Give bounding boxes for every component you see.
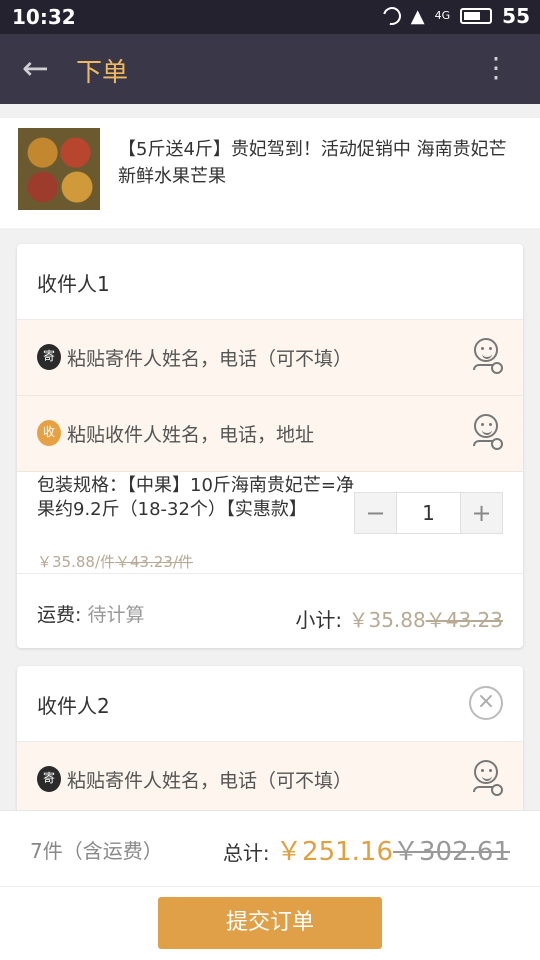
price-current: ￥35.88/件 bbox=[37, 553, 115, 571]
contact-history-icon[interactable] bbox=[473, 414, 503, 450]
contact-history-icon[interactable] bbox=[473, 338, 503, 374]
status-icons: ▲ 4G 55 bbox=[379, 3, 530, 29]
recipient-card: 收件人2 × 寄 粘贴寄件人姓名，电话（可不填） bbox=[17, 666, 523, 826]
moon-icon bbox=[379, 3, 405, 29]
subtotal: 小计: ￥35.88￥43.23 bbox=[295, 604, 503, 633]
receiver-field[interactable]: 收 粘贴收件人姓名，电话，地址 bbox=[17, 396, 523, 472]
sender-pin-icon: 寄 bbox=[37, 766, 61, 792]
total-original: ￥302.61 bbox=[393, 837, 510, 867]
page-title: 下单 bbox=[76, 58, 129, 88]
spec-text: 包装规格：【中果】10斤海南贵妃芒=净果约9.2斤（18-32个）【实惠款】 bbox=[37, 475, 354, 520]
total-label: 总计: bbox=[222, 841, 270, 865]
product-thumbnail bbox=[18, 128, 100, 210]
sender-placeholder: 粘贴寄件人姓名，电话（可不填） bbox=[67, 348, 353, 370]
shipping-label-text: 运费: bbox=[37, 604, 82, 626]
app-bar: ← 下单 ⋮ bbox=[0, 34, 540, 104]
signal-icon: 4G bbox=[434, 9, 451, 22]
subtotal-current: ￥35.88 bbox=[348, 608, 426, 632]
submit-bar: 提交订单 bbox=[0, 886, 540, 960]
status-time: 10:32 bbox=[12, 5, 76, 29]
contact-history-icon[interactable] bbox=[473, 760, 503, 796]
shipping-label: 运费: 待计算 bbox=[37, 600, 144, 627]
increase-button[interactable]: + bbox=[461, 493, 502, 533]
order-total: 总计: ￥251.16￥302.61 bbox=[223, 831, 510, 868]
recipient-name: 收件人1 bbox=[37, 272, 110, 296]
price-original: ￥43.23/件 bbox=[115, 553, 193, 571]
subtotal-label: 小计: bbox=[295, 608, 343, 632]
recipient-header: 收件人1 bbox=[17, 244, 523, 320]
sender-field[interactable]: 寄 粘贴寄件人姓名，电话（可不填） bbox=[17, 742, 523, 818]
item-count: 7件（含运费） bbox=[30, 839, 163, 863]
submit-order-button[interactable]: 提交订单 bbox=[158, 897, 382, 949]
shipping-value: 待计算 bbox=[87, 604, 145, 626]
recipient-header: 收件人2 × bbox=[17, 666, 523, 742]
sender-pin-icon: 寄 bbox=[37, 344, 61, 370]
decrease-button[interactable]: − bbox=[355, 493, 396, 533]
product-summary[interactable]: 【5斤送4斤】贵妃驾到！活动促销中 海南贵妃芒 新鲜水果芒果 bbox=[0, 104, 540, 228]
package-spec: 包装规格：【中果】10斤海南贵妃芒=净果约9.2斤（18-32个）【实惠款】 ￥… bbox=[17, 472, 523, 574]
quantity-stepper: − 1 + bbox=[354, 492, 503, 534]
product-title: 【5斤送4斤】贵妃驾到！活动促销中 海南贵妃芒 新鲜水果芒果 bbox=[118, 139, 507, 187]
unit-price: ￥35.88/件￥43.23/件 bbox=[37, 551, 193, 572]
receiver-placeholder: 粘贴收件人姓名，电话，地址 bbox=[67, 424, 315, 446]
shipping-row: 运费: 待计算 小计: ￥35.88￥43.23 bbox=[17, 574, 523, 648]
recipient-card: 收件人1 寄 粘贴寄件人姓名，电话（可不填） 收 粘贴收件人姓名，电话，地址 包… bbox=[17, 244, 523, 648]
quantity-input[interactable]: 1 bbox=[396, 493, 461, 533]
recipient-name: 收件人2 bbox=[37, 694, 110, 718]
order-total-bar: 7件（含运费） 总计: ￥251.16￥302.61 bbox=[0, 810, 540, 886]
receiver-pin-icon: 收 bbox=[37, 420, 61, 446]
status-bar: 10:32 ▲ 4G 55 bbox=[0, 0, 540, 34]
total-current: ￥251.16 bbox=[276, 837, 394, 867]
wifi-icon: ▲ bbox=[410, 5, 425, 27]
subtotal-original: ￥43.23 bbox=[425, 608, 503, 632]
sender-field[interactable]: 寄 粘贴寄件人姓名，电话（可不填） bbox=[17, 320, 523, 396]
sender-placeholder: 粘贴寄件人姓名，电话（可不填） bbox=[67, 770, 353, 792]
network-type: 4G bbox=[434, 9, 451, 22]
battery-percent: 55 bbox=[502, 4, 530, 28]
close-circle-icon[interactable]: × bbox=[469, 686, 503, 720]
arrow-left-icon[interactable]: ← bbox=[22, 50, 49, 86]
battery-icon bbox=[460, 8, 493, 24]
more-vertical-icon[interactable]: ⋮ bbox=[482, 50, 510, 86]
